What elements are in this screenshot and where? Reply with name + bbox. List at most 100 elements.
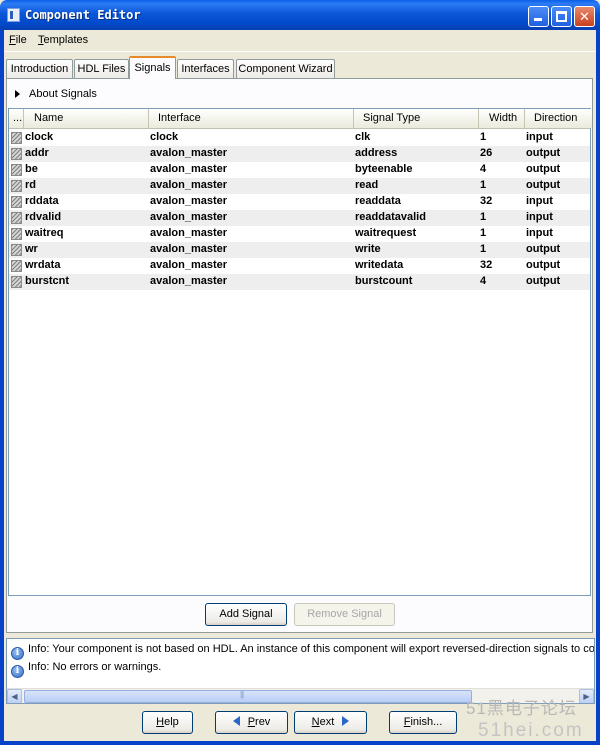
close-button[interactable]: ✕ xyxy=(574,6,595,27)
cell-name[interactable]: be xyxy=(25,163,38,175)
row-drag-handle-icon[interactable] xyxy=(11,228,22,240)
tab-interfaces[interactable]: Interfaces xyxy=(177,59,234,79)
cell-signal-type[interactable]: address xyxy=(355,147,397,159)
table-row[interactable]: wrdata avalon_master writedata 32 output xyxy=(9,258,590,274)
cell-direction[interactable]: output xyxy=(526,147,560,159)
cell-interface[interactable]: avalon_master xyxy=(150,163,227,175)
cell-interface[interactable]: avalon_master xyxy=(150,243,227,255)
cell-name[interactable]: addr xyxy=(25,147,49,159)
cell-direction[interactable]: input xyxy=(526,211,553,223)
cell-name[interactable]: burstcnt xyxy=(25,275,69,287)
cell-width[interactable]: 1 xyxy=(480,211,486,223)
add-signal-button[interactable]: Add Signal xyxy=(205,603,287,626)
menu-file[interactable]: File xyxy=(9,34,27,46)
column-header-signal-type[interactable]: Signal Type xyxy=(354,109,479,128)
cell-direction[interactable]: output xyxy=(526,243,560,255)
cell-width[interactable]: 4 xyxy=(480,275,486,287)
cell-width[interactable]: 4 xyxy=(480,163,486,175)
row-drag-handle-icon[interactable] xyxy=(11,260,22,272)
tab-introduction[interactable]: Introduction xyxy=(6,59,73,79)
row-drag-handle-icon[interactable] xyxy=(11,164,22,176)
tab-component-wizard[interactable]: Component Wizard xyxy=(236,59,335,79)
cell-width[interactable]: 1 xyxy=(480,243,486,255)
table-row[interactable]: rdvalid avalon_master readdatavalid 1 input xyxy=(9,210,590,226)
cell-direction[interactable]: output xyxy=(526,275,560,287)
scroll-right-button[interactable]: ▶ xyxy=(579,689,594,703)
table-row[interactable]: wr avalon_master write 1 output xyxy=(9,242,590,258)
cell-signal-type[interactable]: writedata xyxy=(355,259,403,271)
minimize-button[interactable] xyxy=(528,6,549,27)
cell-direction[interactable]: output xyxy=(526,259,560,271)
row-drag-handle-icon[interactable] xyxy=(11,132,22,144)
cell-width[interactable]: 1 xyxy=(480,131,486,143)
column-header-handle[interactable]: ... xyxy=(9,109,24,128)
menu-file-mnemonic: F xyxy=(9,34,16,46)
cell-direction[interactable]: input xyxy=(526,195,553,207)
table-row[interactable]: be avalon_master byteenable 4 output xyxy=(9,162,590,178)
cell-name[interactable]: wrdata xyxy=(25,259,60,271)
cell-name[interactable]: rddata xyxy=(25,195,59,207)
cell-interface[interactable]: avalon_master xyxy=(150,227,227,239)
cell-interface[interactable]: avalon_master xyxy=(150,195,227,207)
cell-signal-type[interactable]: readdatavalid xyxy=(355,211,426,223)
cell-interface[interactable]: clock xyxy=(150,131,178,143)
cell-name[interactable]: rd xyxy=(25,179,36,191)
cell-direction[interactable]: input xyxy=(526,131,553,143)
cell-signal-type[interactable]: write xyxy=(355,243,381,255)
cell-direction[interactable]: input xyxy=(526,227,553,239)
table-row[interactable]: clock clock clk 1 input xyxy=(9,130,590,146)
title-bar[interactable]: Component Editor ✕ xyxy=(0,0,600,30)
remove-signal-button[interactable]: Remove Signal xyxy=(294,603,395,626)
cell-name[interactable]: rdvalid xyxy=(25,211,61,223)
cell-interface[interactable]: avalon_master xyxy=(150,179,227,191)
cell-direction[interactable]: output xyxy=(526,163,560,175)
row-drag-handle-icon[interactable] xyxy=(11,148,22,160)
cell-width[interactable]: 1 xyxy=(480,227,486,239)
about-signals-toggle[interactable]: About Signals xyxy=(15,88,97,100)
cell-width[interactable]: 32 xyxy=(480,259,492,271)
cell-signal-type[interactable]: waitrequest xyxy=(355,227,416,239)
column-header-name[interactable]: Name xyxy=(24,109,149,128)
cell-interface[interactable]: avalon_master xyxy=(150,147,227,159)
row-drag-handle-icon[interactable] xyxy=(11,180,22,192)
table-row[interactable]: rd avalon_master read 1 output xyxy=(9,178,590,194)
scrollbar-thumb[interactable] xyxy=(24,690,472,703)
maximize-button[interactable] xyxy=(551,6,572,27)
table-row[interactable]: waitreq avalon_master waitrequest 1 input xyxy=(9,226,590,242)
info-message: i Info: No errors or warnings. xyxy=(11,661,161,678)
tab-hdl-files[interactable]: HDL Files xyxy=(74,59,129,79)
row-drag-handle-icon[interactable] xyxy=(11,244,22,256)
cell-signal-type[interactable]: readdata xyxy=(355,195,401,207)
cell-interface[interactable]: avalon_master xyxy=(150,259,227,271)
scroll-left-button[interactable]: ◀ xyxy=(7,689,22,703)
help-button[interactable]: Help xyxy=(142,711,193,734)
cell-interface[interactable]: avalon_master xyxy=(150,211,227,223)
cell-name[interactable]: waitreq xyxy=(25,227,64,239)
cell-interface[interactable]: avalon_master xyxy=(150,275,227,287)
table-row[interactable]: addr avalon_master address 26 output xyxy=(9,146,590,162)
table-row[interactable]: rddata avalon_master readdata 32 input xyxy=(9,194,590,210)
tab-signals[interactable]: Signals xyxy=(129,56,176,79)
prev-button[interactable]: Prev xyxy=(215,711,288,734)
menu-templates[interactable]: Templates xyxy=(38,34,88,46)
next-mnemonic: N xyxy=(311,716,320,728)
cell-name[interactable]: clock xyxy=(25,131,53,143)
next-button[interactable]: Next xyxy=(294,711,367,734)
table-row[interactable]: burstcnt avalon_master burstcount 4 output xyxy=(9,274,590,290)
cell-name[interactable]: wr xyxy=(25,243,38,255)
row-drag-handle-icon[interactable] xyxy=(11,212,22,224)
cell-width[interactable]: 32 xyxy=(480,195,492,207)
cell-width[interactable]: 26 xyxy=(480,147,492,159)
row-drag-handle-icon[interactable] xyxy=(11,276,22,288)
cell-direction[interactable]: output xyxy=(526,179,560,191)
finish-button[interactable]: Finish... xyxy=(389,711,457,734)
cell-signal-type[interactable]: clk xyxy=(355,131,370,143)
cell-signal-type[interactable]: read xyxy=(355,179,378,191)
row-drag-handle-icon[interactable] xyxy=(11,196,22,208)
cell-signal-type[interactable]: burstcount xyxy=(355,275,412,287)
cell-width[interactable]: 1 xyxy=(480,179,486,191)
column-header-width[interactable]: Width xyxy=(479,109,525,128)
cell-signal-type[interactable]: byteenable xyxy=(355,163,412,175)
column-header-interface[interactable]: Interface xyxy=(149,109,354,128)
column-header-direction[interactable]: Direction xyxy=(525,109,592,128)
